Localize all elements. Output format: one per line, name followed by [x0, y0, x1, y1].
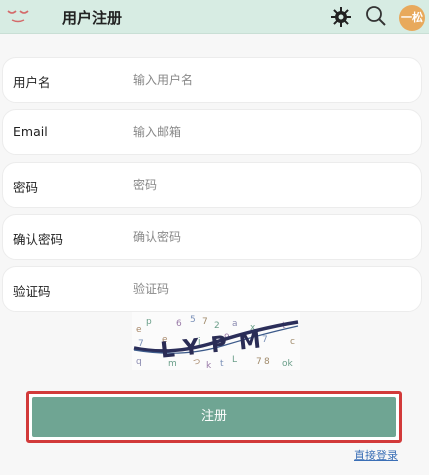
- search-icon[interactable]: [365, 5, 387, 27]
- page-title: 用户注册: [62, 9, 123, 27]
- svg-text:ok: ok: [282, 359, 294, 369]
- form-row-confirm-password: 确认密码: [2, 214, 422, 260]
- svg-text:7: 7: [256, 357, 262, 367]
- submit-highlight: 注册: [26, 391, 402, 443]
- svg-text:L: L: [232, 355, 237, 365]
- svg-text:e: e: [136, 325, 142, 335]
- svg-text:6: 6: [176, 319, 182, 329]
- username-input[interactable]: [133, 64, 403, 96]
- svg-text:5: 5: [190, 315, 196, 325]
- password-label: 密码: [13, 180, 39, 195]
- svg-text:2: 2: [214, 321, 220, 331]
- svg-text:p: p: [146, 317, 152, 327]
- confirm-password-label: 确认密码: [13, 232, 64, 247]
- back-icon[interactable]: [6, 8, 30, 24]
- login-link[interactable]: 直接登录: [354, 447, 398, 463]
- username-label: 用户名: [13, 75, 51, 90]
- svg-text:q: q: [136, 357, 142, 367]
- form-row-password: 密码: [2, 162, 422, 208]
- confirm-password-input[interactable]: [133, 221, 403, 253]
- form-row-captcha: 验证码: [2, 266, 422, 312]
- avatar[interactable]: 一松: [399, 5, 425, 31]
- svg-text:c: c: [290, 337, 295, 347]
- email-input[interactable]: [133, 116, 403, 148]
- email-label: Email: [13, 124, 48, 139]
- password-input[interactable]: [133, 169, 403, 201]
- svg-text:t: t: [220, 359, 224, 369]
- gear-icon[interactable]: [330, 6, 352, 28]
- form-row-email: Email: [2, 109, 422, 155]
- register-button[interactable]: 注册: [32, 397, 396, 437]
- app-header: 用户注册 一松: [0, 0, 429, 34]
- captcha-label: 验证码: [13, 284, 51, 299]
- svg-text:7: 7: [202, 317, 208, 327]
- form-row-username: 用户名: [2, 57, 422, 103]
- svg-text:8: 8: [264, 357, 270, 367]
- svg-text:a: a: [232, 319, 238, 329]
- captcha-image[interactable]: p 6 5 7 2 e a x t 7 e j 9 7 c q m っ k t …: [132, 312, 300, 370]
- captcha-input[interactable]: [133, 273, 403, 305]
- svg-text:k: k: [206, 361, 212, 370]
